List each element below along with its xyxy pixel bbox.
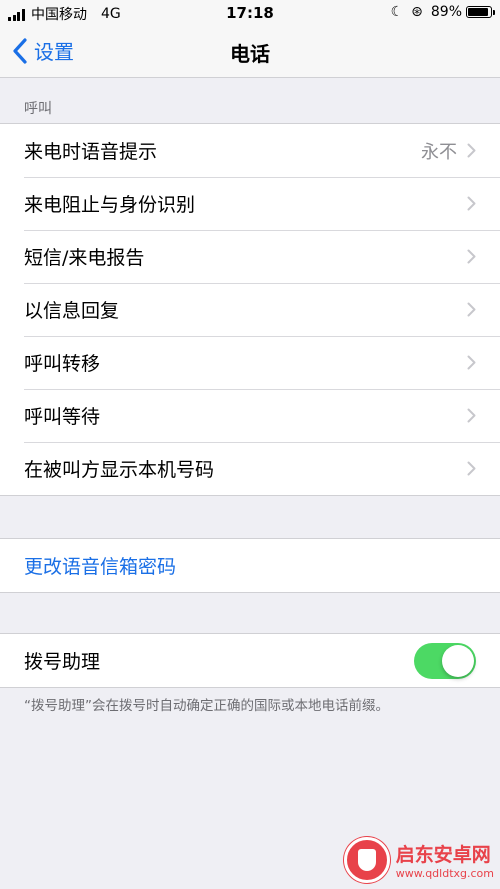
do-not-disturb-moon-icon: ☾ bbox=[390, 4, 404, 20]
chevron-right-icon bbox=[467, 143, 476, 158]
chevron-right-icon bbox=[467, 408, 476, 423]
row-label: 来电阻止与身份识别 bbox=[24, 194, 196, 216]
chevron-right-icon bbox=[467, 249, 476, 264]
status-bar-right: ☾ ⊛ 89% bbox=[390, 4, 495, 20]
watermark-name: 启东安卓网 bbox=[395, 844, 491, 866]
row-call-blocking-identification[interactable]: 来电阻止与身份识别 bbox=[0, 177, 500, 230]
calls-settings-group: 来电时语音提示 永不 来电阻止与身份识别 短信/来电报告 以信息回复 呼叫转移 … bbox=[0, 123, 500, 496]
row-voice-announce-calls[interactable]: 来电时语音提示 永不 bbox=[0, 124, 500, 177]
chevron-right-icon bbox=[467, 355, 476, 370]
row-show-my-caller-id[interactable]: 在被叫方显示本机号码 bbox=[0, 442, 500, 495]
row-label: 拨号助理 bbox=[24, 651, 101, 673]
row-respond-with-text[interactable]: 以信息回复 bbox=[0, 283, 500, 336]
change-voicemail-password-button[interactable]: 更改语音信箱密码 bbox=[0, 539, 500, 592]
row-label: 呼叫等待 bbox=[24, 406, 101, 428]
watermark-logo-icon bbox=[343, 837, 390, 883]
watermark-text: 启东安卓网 www.qdldtxg.com bbox=[396, 840, 494, 880]
row-label: 呼叫转移 bbox=[24, 353, 101, 375]
row-dial-assist: 拨号助理 bbox=[0, 634, 500, 687]
battery-percent: 89% bbox=[430, 4, 462, 20]
dial-assist-group: 拨号助理 bbox=[0, 633, 500, 688]
chevron-right-icon bbox=[467, 196, 476, 211]
battery-icon bbox=[466, 6, 495, 18]
dial-assist-toggle[interactable] bbox=[414, 642, 476, 679]
chevron-right-icon bbox=[467, 302, 476, 317]
row-label: 在被叫方显示本机号码 bbox=[24, 459, 215, 481]
watermark-url: www.qdldtxg.com bbox=[395, 867, 494, 880]
toggle-knob bbox=[442, 644, 474, 677]
watermark: 启东安卓网 www.qdldtxg.com bbox=[343, 837, 494, 883]
dial-assist-description: “拨号助理”会在拨号时自动确定正确的国际或本地电话前缀。 bbox=[24, 698, 389, 714]
row-detail-value: 永不 bbox=[421, 141, 457, 163]
navigation-bar: 设置 电话 bbox=[0, 26, 500, 78]
page-title: 电话 bbox=[230, 42, 270, 66]
orientation-lock-icon: ⊛ bbox=[411, 4, 423, 20]
row-label: 以信息回复 bbox=[24, 300, 120, 322]
section-header-calls: 呼叫 bbox=[24, 101, 52, 117]
voicemail-group: 更改语音信箱密码 bbox=[0, 538, 500, 593]
chevron-right-icon bbox=[467, 461, 476, 476]
change-voicemail-password-label: 更改语音信箱密码 bbox=[24, 556, 177, 578]
row-label: 短信/来电报告 bbox=[24, 247, 145, 269]
battery-fill bbox=[468, 8, 488, 16]
row-sms-call-reporting[interactable]: 短信/来电报告 bbox=[0, 230, 500, 283]
row-call-waiting[interactable]: 呼叫等待 bbox=[0, 389, 500, 442]
status-bar: 中国移动 4G 17:18 ☾ ⊛ 89% bbox=[0, 0, 500, 26]
row-label: 来电时语音提示 bbox=[24, 141, 158, 163]
row-call-forwarding[interactable]: 呼叫转移 bbox=[0, 336, 500, 389]
